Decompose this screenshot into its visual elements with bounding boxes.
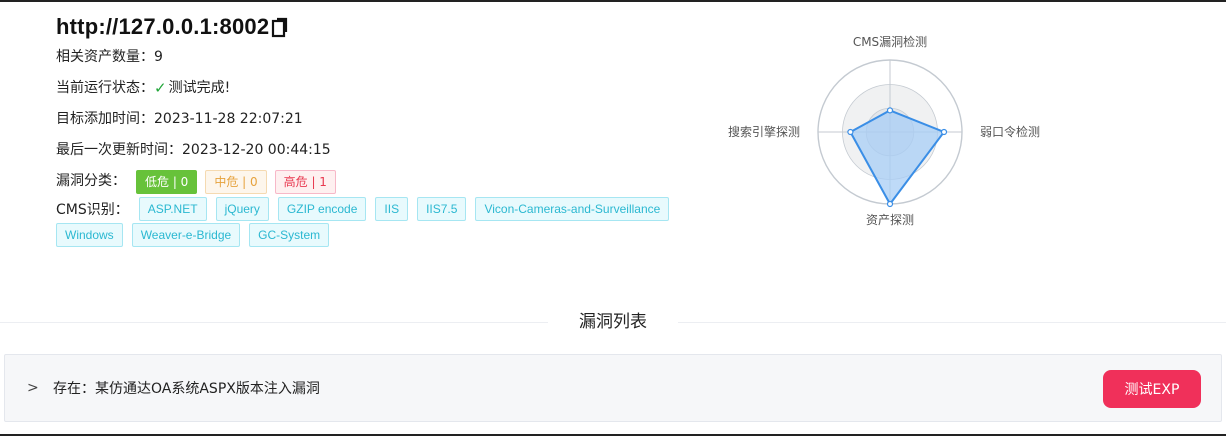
cms-tag: GC-System	[249, 223, 330, 247]
radar-point	[847, 128, 854, 136]
vuln-class-label: 漏洞分类：	[56, 173, 126, 189]
cms-tag: Vicon-Cameras-and-Surveillance	[475, 197, 670, 221]
assets-count: 9	[154, 49, 163, 65]
copy-icon-glyph	[272, 17, 288, 38]
radar-label-cms: CMS漏洞检测	[853, 34, 927, 49]
badge-high: 高危 | 1	[274, 169, 336, 194]
badge-low: 低危 | 0	[136, 169, 198, 194]
cms-tag: ASP.NET	[138, 197, 207, 221]
radar-label-weakpass: 弱口令检测	[980, 124, 1040, 139]
added-row: 目标添加时间： 2023-11-28 22:07:21	[56, 104, 736, 135]
radar-point	[886, 200, 894, 208]
assets-row: 相关资产数量： 9	[56, 42, 736, 73]
check-icon: ✓	[154, 79, 167, 97]
updated-time: 2023-12-20 00:44:15	[182, 142, 331, 158]
radar-point	[886, 107, 894, 114]
copy-icon[interactable]	[271, 16, 289, 38]
vuln-title: 存在：某仿通达OA系统ASPX版本注入漏洞	[53, 381, 320, 397]
updated-row: 最后一次更新时间： 2023-12-20 00:44:15	[56, 135, 736, 166]
chevron-right-icon[interactable]: >	[27, 380, 39, 396]
target-info: http://127.0.0.1:8002 相关资产数量： 9 当前运行状态： …	[56, 12, 736, 249]
target-url: http://127.0.0.1:8002	[56, 14, 270, 39]
radar-label-assets: 资产探测	[866, 213, 914, 227]
status-row: 当前运行状态： ✓ 测试完成!	[56, 73, 736, 104]
cms-tag: IIS	[375, 197, 409, 221]
cms-tag: jQuery	[215, 197, 269, 221]
vuln-list-item[interactable]: > 存在：某仿通达OA系统ASPX版本注入漏洞 测试EXP	[4, 354, 1222, 422]
test-exp-button[interactable]: 测试EXP	[1103, 370, 1201, 408]
cms-tag: IIS7.5	[417, 197, 467, 221]
status-label: 当前运行状态：	[56, 80, 154, 96]
cms-row: CMS识别： ASP.NET jQuery GZIP encode IIS II…	[56, 197, 736, 249]
badge-mid: 中危 | 0	[205, 169, 267, 194]
added-label: 目标添加时间：	[56, 111, 154, 127]
updated-label: 最后一次更新时间：	[56, 142, 182, 158]
assets-label: 相关资产数量：	[56, 49, 154, 65]
radar-chart: CMS漏洞检测 弱口令检测 资产探测 搜索引擎探测	[728, 34, 1040, 227]
added-time: 2023-11-28 22:07:21	[154, 111, 303, 127]
cms-tag: Windows	[56, 223, 123, 247]
top-border	[0, 0, 1226, 2]
cms-tag: Weaver-e-Bridge	[131, 223, 241, 247]
status-value: 测试完成!	[168, 80, 231, 96]
url-row: http://127.0.0.1:8002	[56, 12, 736, 42]
radar-point	[940, 128, 948, 136]
cms-tag: GZIP encode	[277, 197, 367, 221]
bottom-border	[0, 434, 1226, 436]
section-title: 漏洞列表	[548, 308, 678, 336]
vuln-class-row: 漏洞分类： 低危 | 0 中危 | 0 高危 | 1	[56, 166, 736, 197]
cms-label: CMS识别：	[56, 202, 129, 218]
radar-label-search: 搜索引擎探测	[728, 124, 800, 139]
